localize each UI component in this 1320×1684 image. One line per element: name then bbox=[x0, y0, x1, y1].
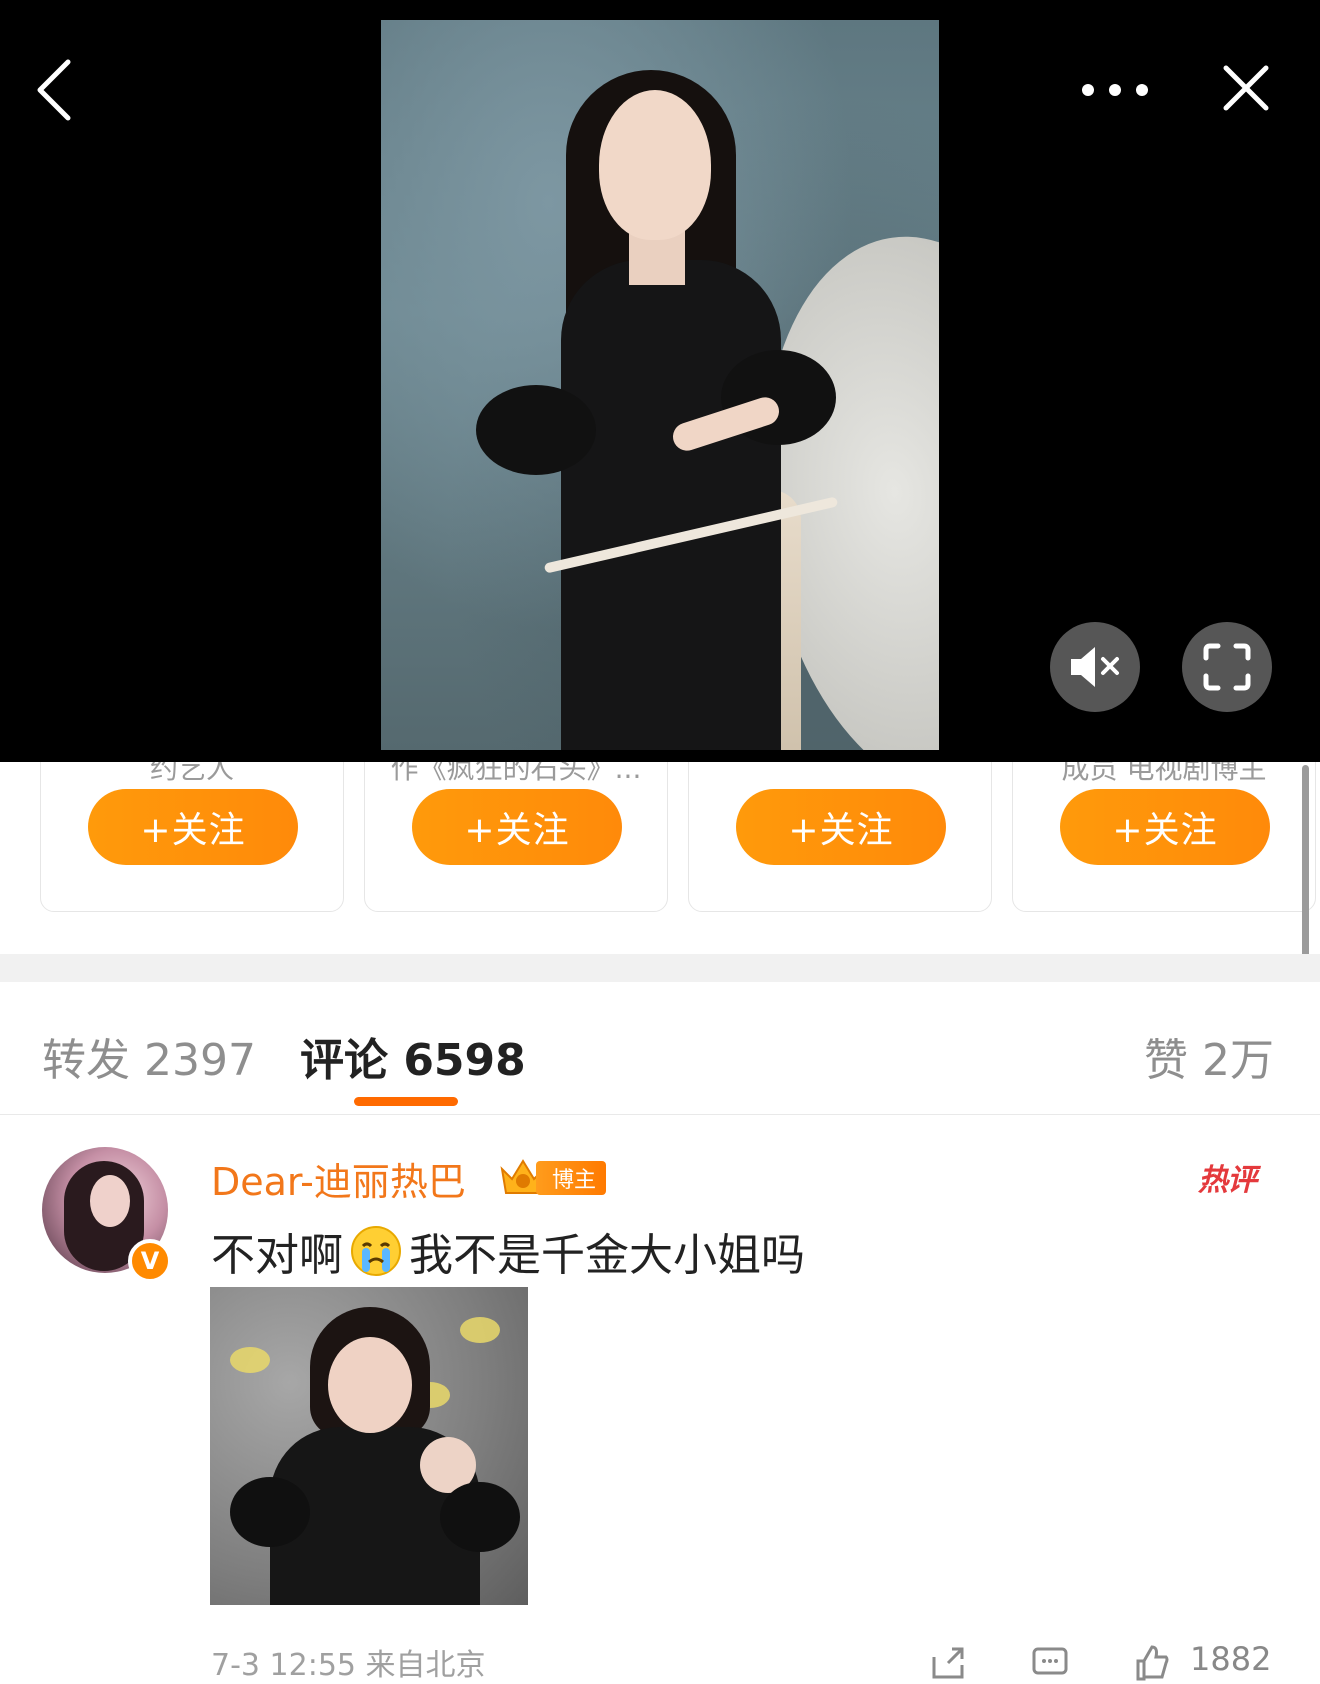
scrollbar[interactable] bbox=[1302, 765, 1309, 970]
active-tab-indicator bbox=[354, 1097, 458, 1106]
follow-button[interactable]: +关注 bbox=[1060, 789, 1270, 865]
comment-like-count: 1882 bbox=[1190, 1640, 1272, 1678]
video-face bbox=[599, 90, 711, 240]
fullscreen-button[interactable] bbox=[1182, 622, 1272, 712]
section-divider bbox=[0, 954, 1320, 982]
comment-text: 不对啊 我不是千金大小姐吗 bbox=[211, 1219, 805, 1283]
recommend-card[interactable]: 约艺人 +关注 bbox=[40, 762, 344, 912]
comment-meta: 7-3 12:55 来自北京 bbox=[211, 1648, 486, 1683]
like-icon[interactable] bbox=[1132, 1643, 1172, 1683]
recommend-desc: 约艺人 bbox=[149, 762, 234, 785]
recommend-card[interactable]: 成员 电视剧博主 +关注 bbox=[1012, 762, 1316, 912]
comment-image[interactable] bbox=[210, 1287, 528, 1605]
comment-text-part1: 不对啊 bbox=[211, 1230, 343, 1281]
image-sleeve-right bbox=[440, 1482, 520, 1552]
avatar-face bbox=[90, 1175, 130, 1227]
comment-item: V Dear-迪丽热巴 博主 热评 不对啊 我不是千金大小姐吗 7-3 12:5… bbox=[0, 1115, 1320, 1683]
video-dress bbox=[561, 260, 781, 750]
follow-button[interactable]: +关注 bbox=[736, 789, 946, 865]
recommend-card[interactable]: 作《疯狂的石头》... +关注 bbox=[364, 762, 668, 912]
more-button[interactable] bbox=[1075, 70, 1155, 110]
tab-comment[interactable]: 评论 6598 bbox=[300, 1024, 526, 1088]
follow-button[interactable]: +关注 bbox=[412, 789, 622, 865]
recommended-users: 约艺人 +关注 作《疯狂的石头》... +关注 +关注 成员 电视剧博主 +关注 bbox=[0, 762, 1320, 954]
crying-emoji-icon bbox=[351, 1226, 401, 1276]
close-button[interactable] bbox=[1218, 60, 1274, 116]
tab-like[interactable]: 赞 2万 bbox=[1144, 1024, 1274, 1088]
mute-button[interactable] bbox=[1050, 622, 1140, 712]
recommend-desc: 成员 电视剧博主 bbox=[1061, 762, 1267, 785]
comment-text-part2: 我不是千金大小姐吗 bbox=[409, 1230, 805, 1281]
back-button[interactable] bbox=[28, 54, 80, 126]
recommend-desc: 作《疯狂的石头》... bbox=[390, 762, 642, 785]
mute-icon bbox=[1071, 647, 1119, 687]
back-icon bbox=[37, 59, 71, 121]
blogger-label: 博主 bbox=[536, 1161, 606, 1195]
recommend-card[interactable]: +关注 bbox=[688, 762, 992, 912]
verified-badge: V bbox=[128, 1239, 172, 1283]
close-icon bbox=[1223, 65, 1269, 111]
video-player[interactable] bbox=[0, 0, 1320, 762]
hot-comment-badge: 热评 bbox=[1198, 1163, 1257, 1198]
blogger-badge: 博主 bbox=[498, 1155, 608, 1199]
tab-repost[interactable]: 转发 2397 bbox=[42, 1024, 256, 1088]
image-leaf bbox=[230, 1347, 270, 1373]
follow-button[interactable]: +关注 bbox=[88, 789, 298, 865]
interaction-tabs: 转发 2397 评论 6598 赞 2万 bbox=[0, 982, 1320, 1115]
comment-icon[interactable] bbox=[1030, 1643, 1070, 1683]
fullscreen-icon bbox=[1203, 643, 1251, 691]
comment-username[interactable]: Dear-迪丽热巴 bbox=[211, 1151, 466, 1206]
image-sleeve-left bbox=[230, 1477, 310, 1547]
video-frame[interactable] bbox=[381, 20, 939, 750]
image-face bbox=[328, 1337, 412, 1433]
more-icon bbox=[1082, 84, 1148, 96]
video-sleeve-left bbox=[476, 385, 596, 475]
share-icon[interactable] bbox=[928, 1643, 968, 1683]
image-leaf bbox=[460, 1317, 500, 1343]
